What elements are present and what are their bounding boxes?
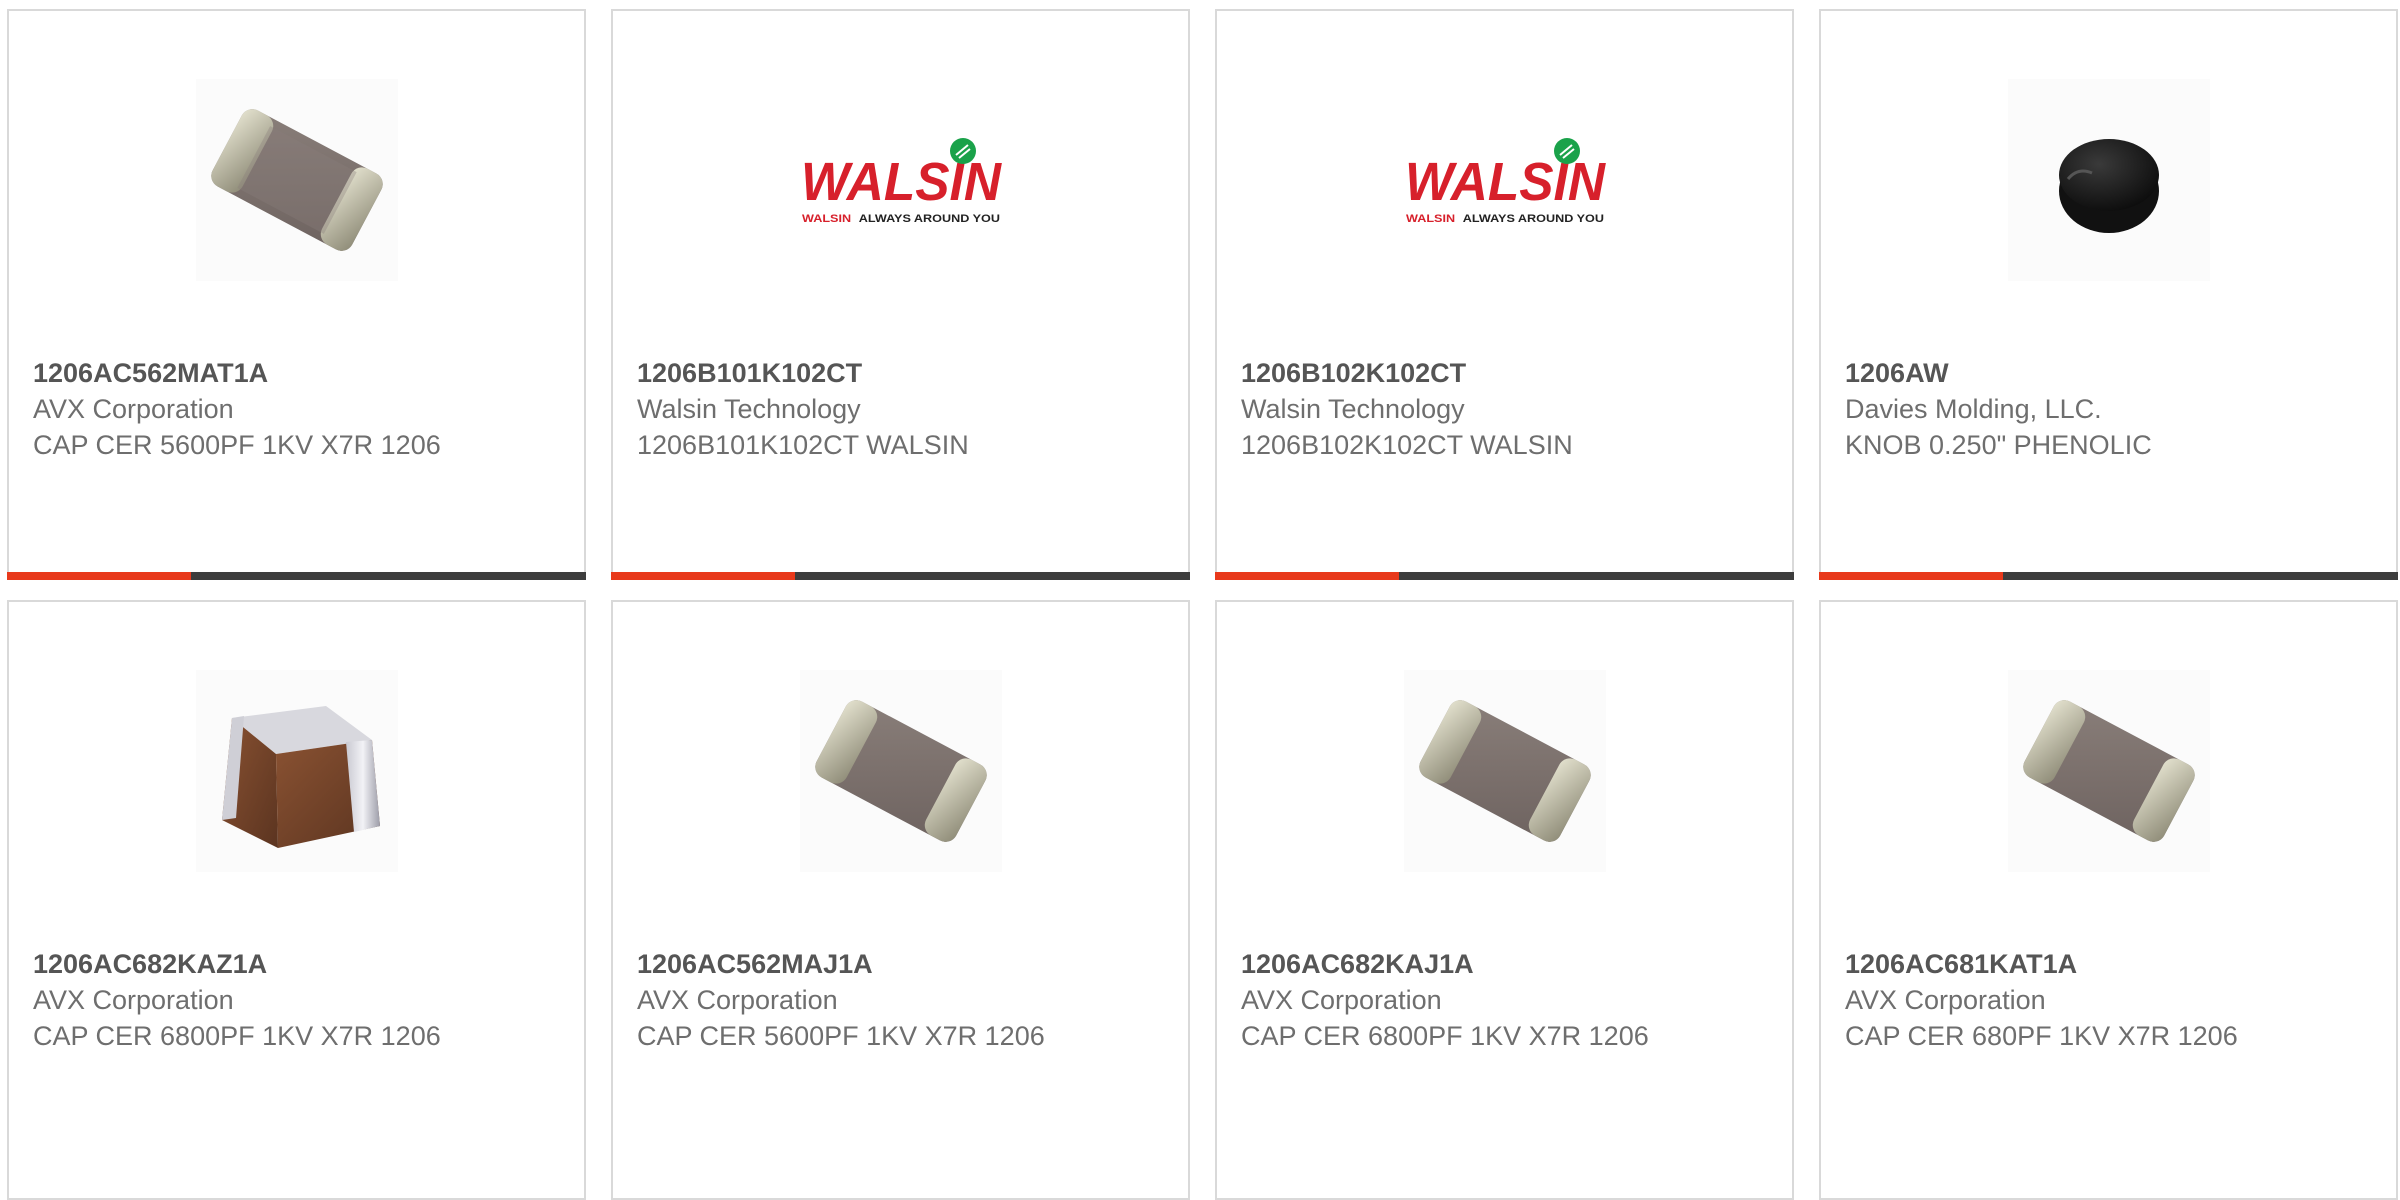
brown-capacitor-icon [222, 706, 380, 848]
product-image: WALSIN WALSIN ALWAYS AROUND YOU [800, 79, 1002, 281]
manufacturer: AVX Corporation [1845, 985, 2046, 1015]
description: 1206B101K102CT WALSIN [637, 430, 969, 460]
product-card[interactable]: WALSIN WALSIN ALWAYS AROUND YOU 1206B101… [611, 9, 1190, 580]
svg-text:WALSIN ALWAYS AROUND: WALSIN ALWAYS AROUND YOU [802, 213, 1000, 225]
walsin-wordmark: WALSIN [801, 152, 1002, 212]
part-number[interactable]: 1206B101K102CT [637, 355, 1057, 391]
product-image [2008, 79, 2210, 281]
manufacturer: AVX Corporation [33, 985, 234, 1015]
manufacturer: AVX Corporation [1241, 985, 1442, 1015]
part-number[interactable]: 1206AC681KAT1A [1845, 946, 2265, 982]
manufacturer: AVX Corporation [637, 985, 838, 1015]
black-knob-icon [2059, 139, 2159, 233]
product-card[interactable]: 1206AC562MAT1A AVX Corporation CAP CER 5… [7, 9, 586, 580]
product-card[interactable]: WALSIN WALSIN ALWAYS AROUND YOU 1206B102… [1215, 9, 1794, 580]
card-footer-bar [7, 572, 586, 580]
walsin-wordmark: WALSIN [1405, 152, 1606, 212]
card-footer-bar [1215, 572, 1794, 580]
description: CAP CER 680PF 1KV X7R 1206 [1845, 1021, 2238, 1051]
walsin-logo: WALSIN WALSIN ALWAYS AROUND YOU [1405, 138, 1606, 225]
manufacturer: AVX Corporation [33, 394, 234, 424]
manufacturer: Walsin Technology [637, 394, 861, 424]
product-grid: 1206AC562MAT1A AVX Corporation CAP CER 5… [7, 9, 2400, 1200]
description: CAP CER 5600PF 1KV X7R 1206 [33, 430, 441, 460]
product-card[interactable]: 1206AC682KAJ1A AVX Corporation CAP CER 6… [1215, 600, 1794, 1200]
walsin-logo: WALSIN WALSIN ALWAYS AROUND YOU [801, 138, 1002, 225]
walsin-tagline-brand: WALSIN [1406, 213, 1455, 225]
card-footer-bar [611, 572, 1190, 580]
product-image [196, 79, 398, 281]
product-card[interactable]: 1206AC682KAZ1A AVX Corporation CAP CER 6… [7, 600, 586, 1200]
product-image [800, 670, 1002, 872]
walsin-tagline-brand: WALSIN [802, 213, 851, 225]
manufacturer: Walsin Technology [1241, 394, 1465, 424]
description: CAP CER 6800PF 1KV X7R 1206 [33, 1021, 441, 1051]
part-number[interactable]: 1206AC682KAZ1A [33, 946, 453, 982]
part-number[interactable]: 1206AW [1845, 355, 2265, 391]
product-image: WALSIN WALSIN ALWAYS AROUND YOU [1404, 79, 1606, 281]
product-image [196, 670, 398, 872]
part-number[interactable]: 1206AC682KAJ1A [1241, 946, 1661, 982]
mlcc-capacitor-icon [211, 109, 383, 251]
mlcc-capacitor-icon [815, 700, 987, 842]
walsin-tagline: ALWAYS AROUND YOU [1463, 213, 1604, 225]
mlcc-capacitor-icon [1419, 700, 1591, 842]
description: 1206B102K102CT WALSIN [1241, 430, 1573, 460]
manufacturer: Davies Molding, LLC. [1845, 394, 2102, 424]
description: KNOB 0.250" PHENOLIC [1845, 430, 2152, 460]
product-image [2008, 670, 2210, 872]
product-card[interactable]: 1206AC681KAT1A AVX Corporation CAP CER 6… [1819, 600, 2398, 1200]
svg-text:WALSIN ALWAYS AROUND: WALSIN ALWAYS AROUND YOU [1406, 213, 1604, 225]
part-number[interactable]: 1206AC562MAT1A [33, 355, 453, 391]
description: CAP CER 5600PF 1KV X7R 1206 [637, 1021, 1045, 1051]
product-card[interactable]: 1206AW Davies Molding, LLC. KNOB 0.250" … [1819, 9, 2398, 580]
product-image [1404, 670, 1606, 872]
part-number[interactable]: 1206B102K102CT [1241, 355, 1661, 391]
mlcc-capacitor-icon [2023, 700, 2195, 842]
product-card[interactable]: 1206AC562MAJ1A AVX Corporation CAP CER 5… [611, 600, 1190, 1200]
card-footer-bar [1819, 572, 2398, 580]
part-number[interactable]: 1206AC562MAJ1A [637, 946, 1057, 982]
walsin-tagline: ALWAYS AROUND YOU [859, 213, 1000, 225]
description: CAP CER 6800PF 1KV X7R 1206 [1241, 1021, 1649, 1051]
